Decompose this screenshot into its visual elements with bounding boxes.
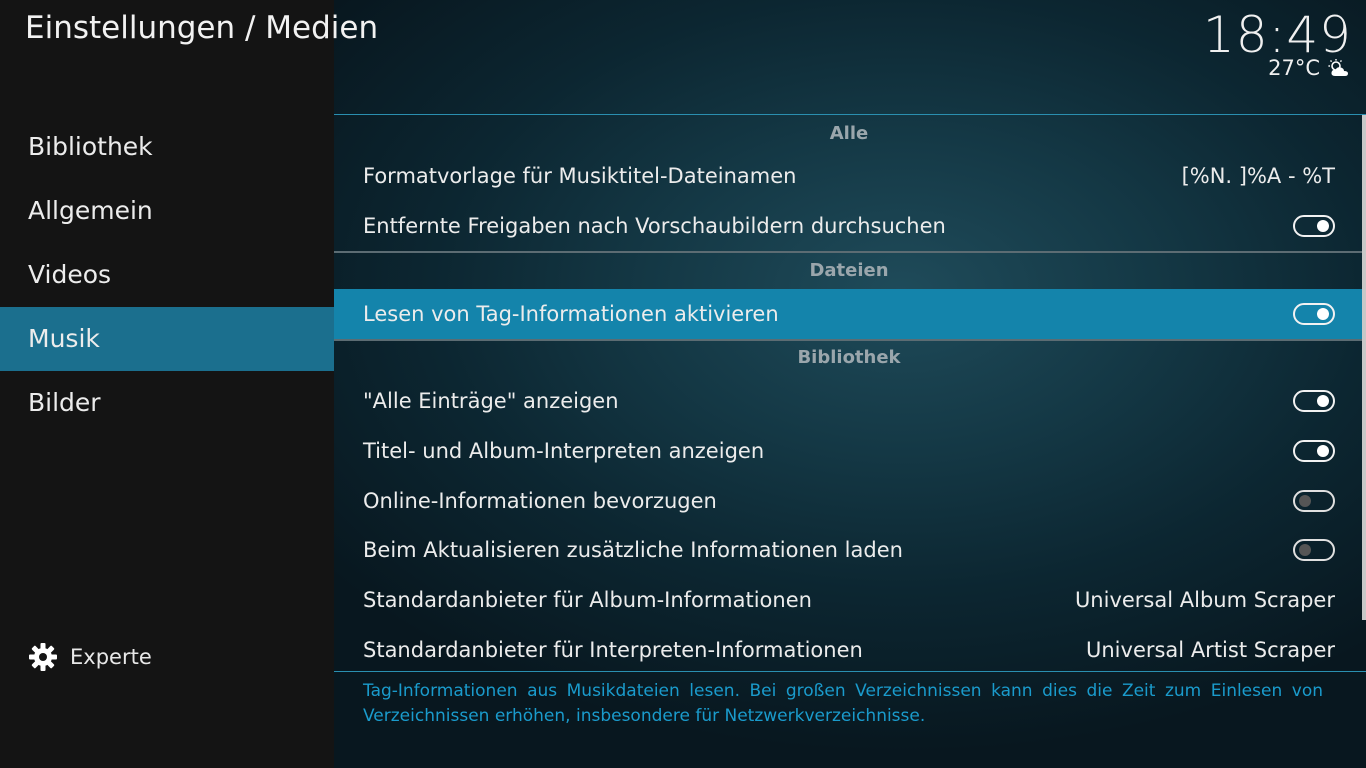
setting-row-prefer-online[interactable]: Online-Informationen bevorzugen bbox=[334, 476, 1364, 526]
setting-value: [%N. ]%A - %T bbox=[1181, 164, 1335, 188]
sidebar-item-musik[interactable]: Musik bbox=[0, 307, 334, 371]
setting-label: Beim Aktualisieren zusätzliche Informati… bbox=[363, 538, 903, 562]
setting-label: Titel- und Album-Interpreten anzeigen bbox=[363, 439, 765, 463]
setting-label: "Alle Einträge" anzeigen bbox=[363, 389, 619, 413]
toggle-switch[interactable] bbox=[1293, 440, 1335, 462]
setting-row-remote-thumbnails[interactable]: Entfernte Freigaben nach Vorschaubildern… bbox=[334, 201, 1364, 251]
section-header-bibliothek: Bibliothek bbox=[797, 347, 901, 368]
gear-icon bbox=[29, 643, 57, 671]
section-header-alle: Alle bbox=[829, 123, 869, 144]
footer-divider bbox=[334, 671, 1366, 672]
setting-value: Universal Album Scraper bbox=[1074, 588, 1335, 612]
toggle-switch[interactable] bbox=[1293, 390, 1335, 412]
toggle-switch[interactable] bbox=[1293, 303, 1335, 325]
sidebar-item-bilder[interactable]: Bilder bbox=[0, 371, 334, 435]
toggle-switch[interactable] bbox=[1293, 539, 1335, 561]
toggle-switch[interactable] bbox=[1293, 215, 1335, 237]
setting-label: Online-Informationen bevorzugen bbox=[363, 489, 717, 513]
sidebar-item-videos[interactable]: Videos bbox=[0, 243, 334, 307]
setting-label: Lesen von Tag-Informationen aktivieren bbox=[363, 302, 779, 326]
setting-row-show-all-items[interactable]: "Alle Einträge" anzeigen bbox=[334, 376, 1364, 426]
sidebar-item-bibliothek[interactable]: Bibliothek bbox=[0, 115, 334, 179]
setting-row-album-scraper[interactable]: Standardanbieter für Album-Informationen… bbox=[334, 575, 1364, 625]
toggle-switch[interactable] bbox=[1293, 490, 1335, 512]
setting-label: Formatvorlage für Musiktitel-Dateinamen bbox=[363, 164, 797, 188]
section-header-dateien: Dateien bbox=[809, 260, 889, 281]
setting-row-artist-scraper[interactable]: Standardanbieter für Interpreten-Informa… bbox=[334, 625, 1364, 675]
setting-description: Tag-Informationen aus Musikdateien lesen… bbox=[363, 681, 1323, 726]
setting-row-filename-format[interactable]: Formatvorlage für Musiktitel-Dateinamen … bbox=[334, 151, 1364, 201]
setting-label: Standardanbieter für Album-Informationen bbox=[363, 588, 812, 612]
setting-row-extra-info-on-update[interactable]: Beim Aktualisieren zusätzliche Informati… bbox=[334, 525, 1364, 575]
setting-value: Universal Artist Scraper bbox=[1086, 638, 1335, 662]
setting-row-show-artists[interactable]: Titel- und Album-Interpreten anzeigen bbox=[334, 426, 1364, 476]
scrollbar[interactable] bbox=[1362, 115, 1366, 620]
header-divider bbox=[334, 114, 1366, 115]
setting-label: Entfernte Freigaben nach Vorschaubildern… bbox=[363, 214, 946, 238]
partly-cloudy-icon bbox=[1328, 59, 1348, 76]
setting-label: Standardanbieter für Interpreten-Informa… bbox=[363, 638, 863, 662]
settings-level-label: Experte bbox=[70, 645, 152, 669]
setting-row-tag-reading[interactable]: Lesen von Tag-Informationen aktivieren bbox=[334, 289, 1364, 339]
weather-status: 27°C bbox=[1268, 56, 1350, 80]
temperature: 27°C bbox=[1268, 56, 1320, 80]
settings-level-button[interactable]: Experte bbox=[28, 642, 152, 672]
sidebar-item-allgemein[interactable]: Allgemein bbox=[0, 179, 334, 243]
page-title: Einstellungen / Medien bbox=[25, 10, 379, 46]
